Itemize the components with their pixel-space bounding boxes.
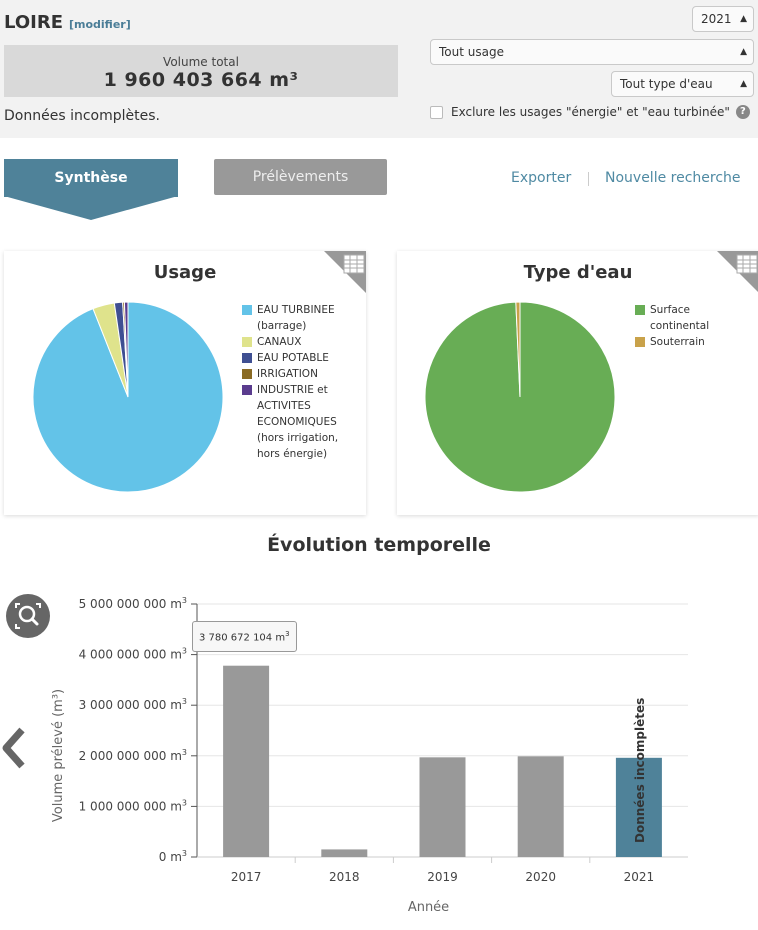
link-separator [588, 172, 589, 186]
tab-synthese[interactable]: Synthèse [4, 159, 178, 197]
water-type-select-value: Tout type d'eau [620, 77, 713, 91]
legend-swatch [635, 305, 645, 315]
usage-legend-item-3[interactable]: IRRIGATION [242, 366, 338, 382]
legend-swatch [242, 385, 252, 395]
bar-2017[interactable] [223, 665, 270, 857]
table-view-icon[interactable] [733, 251, 758, 277]
y-tick-label: 0 m3 [159, 849, 187, 864]
bar-2019[interactable] [419, 757, 466, 857]
table-view-icon[interactable] [340, 251, 366, 277]
y-tick-label: 2 000 000 000 m3 [79, 748, 187, 763]
total-volume-label: Volume total [163, 55, 239, 69]
usage-select[interactable]: Tout usage ▲ [430, 39, 754, 65]
bar-tooltip: 3 780 672 104 m3 [192, 621, 297, 653]
legend-label: IRRIGATION [257, 368, 318, 380]
select-arrows-icon: ▲ [740, 79, 747, 89]
usage-legend-item-2[interactable]: EAU POTABLE [242, 350, 338, 366]
usage-pie [32, 301, 224, 493]
region-title: LOIRE [modifier] [4, 12, 131, 33]
bar-data-label: Données incomplètes [633, 698, 647, 843]
region-name: LOIRE [4, 12, 63, 33]
total-volume-value: 1 960 403 664 m³ [103, 69, 299, 91]
water-type-card: Type d'eau Surface continental Souterrain [397, 251, 758, 515]
usage-legend-item-0[interactable]: EAU TURBINEE (barrage) [242, 302, 338, 334]
exclude-energy-row: Exclure les usages "énergie" et "eau tur… [430, 105, 750, 119]
legend-label: Souterrain [650, 336, 705, 348]
x-tick-label: 2017 [231, 870, 262, 884]
legend-swatch [242, 353, 252, 363]
x-tick-label: 2021 [624, 870, 655, 884]
total-volume-box: Volume total 1 960 403 664 m³ [4, 45, 398, 97]
legend-label: EAU POTABLE [257, 352, 329, 364]
legend-label: CANAUX [257, 336, 302, 348]
tab-active-pointer [4, 196, 178, 220]
export-link[interactable]: Exporter [511, 170, 571, 186]
legend-label: INDUSTRIE et ACTIVITES ECONOMIQUES (hors ir… [257, 384, 339, 460]
water-type-legend-item-1[interactable]: Souterrain [635, 334, 709, 350]
legend-label: EAU TURBINEE (barrage) [257, 304, 335, 332]
tooltip-unit-sup: 3 [285, 630, 290, 638]
select-arrows-icon: ▲ [740, 47, 747, 57]
x-axis-title: Année [408, 900, 449, 915]
legend-swatch [242, 337, 252, 347]
usage-legend-item-1[interactable]: CANAUX [242, 334, 338, 350]
y-tick-label: 4 000 000 000 m3 [79, 647, 187, 662]
evolution-bar-chart: 0 m3 1 000 000 000 m3 2 000 000 000 m3 3 00… [51, 596, 688, 915]
legend-swatch [635, 337, 645, 347]
evolution-chart-title: Évolution temporelle [267, 534, 491, 556]
usage-select-value: Tout usage [439, 45, 504, 59]
year-select-value: 2021 [701, 12, 732, 26]
legend-swatch [242, 369, 252, 379]
water-type-legend-item-0[interactable]: Surface continental [635, 302, 709, 334]
top-bar: LOIRE [modifier] Volume total 1 960 403 6… [0, 0, 758, 138]
water-type-pie [424, 301, 616, 493]
x-tick-label: 2019 [427, 870, 458, 884]
edit-link[interactable]: [modifier] [69, 18, 131, 31]
y-tick-label: 5 000 000 000 m3 [79, 596, 187, 611]
usage-legend: EAU TURBINEE (barrage) CANAUX EAU POTABLE IR… [242, 302, 338, 462]
x-tick-label: 2020 [525, 870, 556, 884]
help-icon[interactable]: ? [735, 105, 750, 119]
year-select[interactable]: 2021 ▲ [692, 6, 754, 32]
x-tick-label: 2018 [329, 870, 360, 884]
bar-2020[interactable] [517, 756, 564, 857]
y-tick-label: 1 000 000 000 m3 [79, 798, 187, 813]
legend-label: Surface continental [650, 304, 710, 332]
exclude-energy-label: Exclure les usages "énergie" et "eau tur… [451, 105, 730, 119]
usage-chart-title: Usage [153, 262, 217, 283]
water-type-chart-title: Type d'eau [523, 262, 633, 283]
tooltip-value: 3 780 672 104 m [199, 632, 286, 644]
new-search-link[interactable]: Nouvelle recherche [605, 170, 741, 186]
select-arrows-icon: ▲ [740, 14, 747, 24]
tab-prelevements[interactable]: Prélèvements [214, 159, 387, 195]
water-type-legend: Surface continental Souterrain [635, 302, 709, 350]
exclude-energy-checkbox[interactable] [430, 105, 443, 119]
usage-legend-item-4[interactable]: INDUSTRIE et ACTIVITES ECONOMIQUES (hors ir… [242, 382, 338, 462]
y-tick-label: 3 000 000 000 m3 [79, 697, 187, 712]
legend-swatch [242, 305, 252, 315]
y-axis-title: Volume prélevé (m³) [51, 689, 66, 822]
usage-card: Usage EAU TURBINEE (barrage) CANAUX EAU POT… [4, 251, 366, 515]
incomplete-note: Données incomplètes. [4, 108, 160, 124]
bar-2018[interactable] [321, 849, 368, 857]
water-type-select[interactable]: Tout type d'eau ▲ [611, 71, 754, 97]
